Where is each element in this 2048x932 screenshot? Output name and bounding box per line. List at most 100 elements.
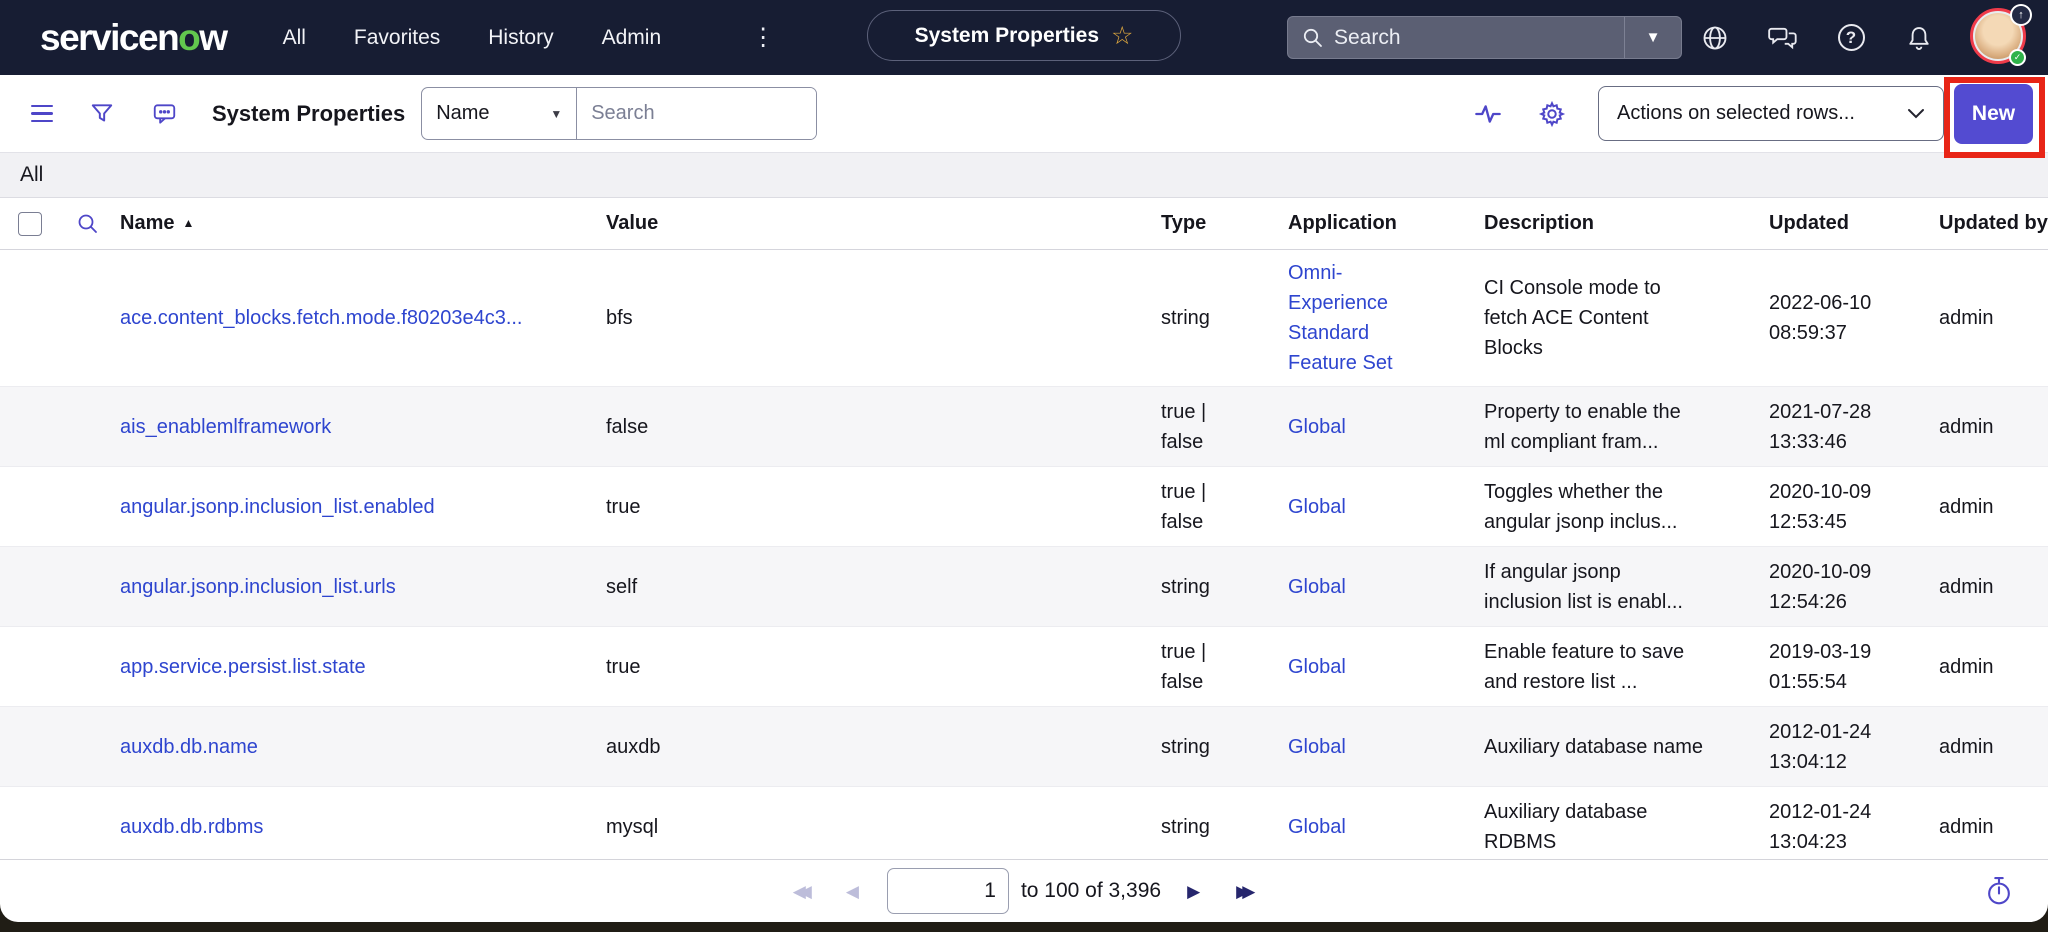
application-link[interactable]: Global	[1288, 652, 1346, 682]
value-cell: bfs	[594, 303, 1149, 333]
timer-icon[interactable]	[1984, 875, 2014, 912]
updated-cell: 2020-10-09 12:54:26	[1757, 557, 1919, 617]
updated-by-cell: admin	[1927, 652, 2048, 682]
next-page-button[interactable]: ▶	[1187, 883, 1200, 900]
search-field-value: Name	[436, 102, 489, 125]
chat-icon[interactable]	[1768, 23, 1798, 53]
star-icon[interactable]: ☆	[1111, 21, 1133, 51]
description-cell: Auxiliary database RDBMS	[1472, 797, 1719, 857]
description-cell: CI Console mode to fetch ACE Content Blo…	[1472, 273, 1719, 363]
value-cell: self	[594, 572, 1149, 602]
column-header-updated[interactable]: Updated	[1757, 212, 1927, 235]
list-search-input[interactable]	[577, 88, 816, 139]
application-link[interactable]: Global	[1288, 812, 1346, 842]
activity-icon[interactable]	[1474, 100, 1502, 128]
application-link[interactable]: Global	[1288, 572, 1346, 602]
property-name-link[interactable]: angular.jsonp.inclusion_list.enabled	[120, 496, 435, 518]
updated-cell: 2021-07-28 13:33:46	[1757, 397, 1919, 457]
favorite-page-label: System Properties	[915, 24, 1099, 48]
application-link[interactable]: Global	[1288, 732, 1346, 762]
column-header-value[interactable]: Value	[594, 212, 1149, 235]
application-link[interactable]: Omni-Experience Standard Feature Set	[1288, 258, 1420, 378]
first-page-button[interactable]: ◀◀	[793, 883, 812, 900]
search-field-selector[interactable]: Name ▼	[422, 88, 577, 139]
type-cell: true | false	[1149, 637, 1256, 697]
property-name-link[interactable]: auxdb.db.name	[120, 736, 258, 758]
description-cell: Enable feature to save and restore list …	[1472, 637, 1719, 697]
type-cell: string	[1149, 572, 1256, 602]
servicenow-window: servicenow All Favorites History Admin ⋮…	[0, 0, 2048, 932]
new-button[interactable]: New	[1954, 84, 2033, 144]
column-header-updated-by[interactable]: Updated by	[1927, 212, 2048, 235]
select-arrow-icon: ▼	[550, 107, 562, 121]
favorite-page-pill[interactable]: System Properties ☆	[867, 10, 1181, 61]
updated-cell: 2012-01-24 13:04:12	[1757, 717, 1919, 777]
page-number-input[interactable]	[887, 868, 1009, 914]
value-cell: auxdb	[594, 732, 1149, 762]
description-cell: If angular jsonp inclusion list is enabl…	[1472, 557, 1719, 617]
kebab-menu-icon[interactable]: ⋮	[751, 26, 775, 50]
table-row[interactable]: angular.jsonp.inclusion_list.urls self s…	[0, 547, 2048, 627]
application-link[interactable]: Global	[1288, 412, 1346, 442]
last-page-button[interactable]: ▶▶	[1236, 883, 1255, 900]
value-cell: true	[594, 652, 1149, 682]
table-row[interactable]: angular.jsonp.inclusion_list.enabled tru…	[0, 467, 2048, 547]
servicenow-logo[interactable]: servicenow	[40, 17, 227, 59]
application-link[interactable]: Global	[1288, 492, 1346, 522]
globe-icon[interactable]	[1700, 23, 1730, 53]
header-icon-cluster: ?	[1700, 0, 1934, 75]
description-cell: Toggles whether the angular jsonp inclus…	[1472, 477, 1719, 537]
global-search-input[interactable]	[1334, 26, 1624, 50]
table-row[interactable]: auxdb.db.rdbms mysql string Global Auxil…	[0, 787, 2048, 867]
column-header-application[interactable]: Application	[1276, 212, 1472, 235]
nav-item-favorites[interactable]: Favorites	[354, 26, 440, 50]
bell-icon[interactable]	[1904, 23, 1934, 53]
page-title: System Properties	[212, 101, 405, 127]
property-name-link[interactable]: ace.content_blocks.fetch.mode.f80203e4c3…	[120, 307, 523, 329]
avatar[interactable]: ↑ ✓	[1970, 8, 2026, 64]
actions-dropdown[interactable]: Actions on selected rows...	[1598, 86, 1944, 141]
list-toolbar: System Properties Name ▼ Actions on sele…	[0, 75, 2048, 152]
gear-icon[interactable]	[1538, 100, 1566, 128]
table-body: ace.content_blocks.fetch.mode.f80203e4c3…	[0, 250, 2048, 867]
table-row[interactable]: app.service.persist.list.state true true…	[0, 627, 2048, 707]
type-cell: string	[1149, 732, 1256, 762]
updated-by-cell: admin	[1927, 732, 2048, 762]
help-icon[interactable]: ?	[1836, 23, 1866, 53]
updated-by-cell: admin	[1927, 492, 2048, 522]
menu-icon[interactable]	[31, 105, 53, 123]
property-name-link[interactable]: angular.jsonp.inclusion_list.urls	[120, 576, 396, 598]
global-search[interactable]: ▼	[1287, 16, 1682, 59]
property-name-link[interactable]: ais_enablemlframework	[120, 416, 331, 438]
nav-item-admin[interactable]: Admin	[602, 26, 662, 50]
description-cell: Auxiliary database name	[1472, 732, 1719, 762]
nav-item-history[interactable]: History	[488, 26, 553, 50]
table-row[interactable]: ais_enablemlframework false true | false…	[0, 387, 2048, 467]
select-all-checkbox[interactable]	[18, 212, 42, 236]
updated-cell: 2012-01-24 13:04:23	[1757, 797, 1919, 857]
breadcrumb[interactable]: All	[0, 152, 2048, 198]
column-header-description[interactable]: Description	[1472, 212, 1757, 235]
chevron-down-icon	[1907, 108, 1925, 119]
table-row[interactable]: auxdb.db.name auxdb string Global Auxili…	[0, 707, 2048, 787]
column-header-type[interactable]: Type	[1149, 212, 1276, 235]
table-row[interactable]: ace.content_blocks.fetch.mode.f80203e4c3…	[0, 250, 2048, 387]
comments-icon[interactable]	[151, 101, 178, 127]
updated-by-cell: admin	[1927, 412, 2048, 442]
list-search-icon[interactable]	[68, 212, 108, 236]
value-cell: mysql	[594, 812, 1149, 842]
filter-icon[interactable]	[89, 101, 115, 127]
dropdown-arrow-icon: ▼	[1646, 29, 1661, 46]
property-name-link[interactable]: app.service.persist.list.state	[120, 656, 366, 678]
updated-cell: 2019-03-19 01:55:54	[1757, 637, 1919, 697]
pager: ◀◀ ◀ to 100 of 3,396 ▶ ▶▶	[793, 868, 1256, 914]
main-menu: All Favorites History Admin ⋮	[283, 26, 776, 50]
property-name-link[interactable]: auxdb.db.rdbms	[120, 816, 263, 838]
prev-page-button[interactable]: ◀	[846, 883, 859, 900]
search-icon	[1302, 27, 1324, 49]
updated-cell: 2020-10-09 12:53:45	[1757, 477, 1919, 537]
search-scope-dropdown[interactable]: ▼	[1625, 17, 1681, 58]
nav-item-all[interactable]: All	[283, 26, 306, 50]
column-header-name[interactable]: Name▲	[108, 212, 594, 235]
presence-badge: ✓	[2009, 49, 2026, 66]
